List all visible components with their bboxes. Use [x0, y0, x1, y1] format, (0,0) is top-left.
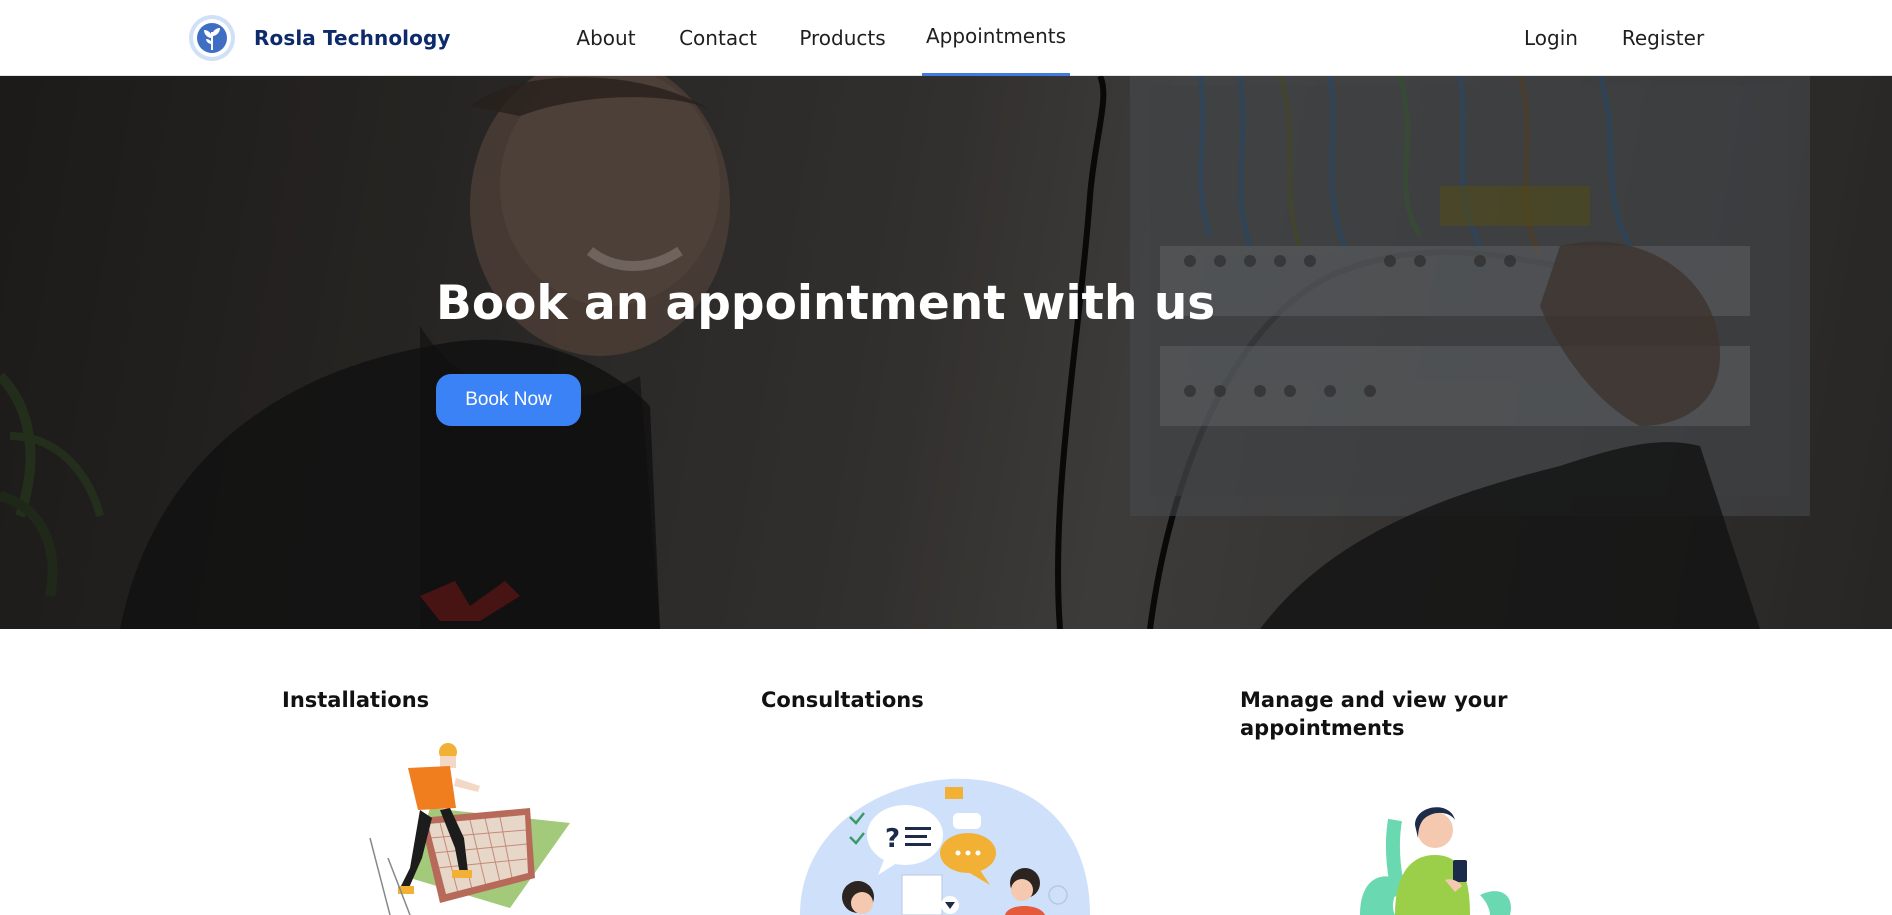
svg-text:?: ? [885, 824, 900, 854]
nav-link-contact[interactable]: Contact [676, 0, 760, 76]
nav-link-products-label: Products [799, 26, 886, 50]
book-now-button[interactable]: Book Now [436, 374, 581, 426]
hero-background-photo [0, 76, 1892, 629]
login-label: Login [1524, 26, 1578, 50]
nav-link-about[interactable]: About [566, 0, 646, 76]
brand-home-link[interactable]: Rosla Technology [188, 12, 451, 64]
sprout-logo-icon [189, 15, 235, 61]
hero-banner: Book an appointment with us Book Now [0, 76, 1892, 629]
service-title-consultations: Consultations [761, 688, 924, 712]
nav-link-products[interactable]: Products [795, 0, 890, 76]
service-title-manage-appointments: Manage and view your appointments [1240, 688, 1508, 740]
nav-link-appointments-label: Appointments [925, 23, 1067, 48]
nav-link-about-label: About [576, 26, 636, 50]
nav-link-contact-label: Contact [679, 26, 757, 50]
login-link[interactable]: Login [1515, 0, 1587, 76]
brand-name: Rosla Technology [254, 26, 451, 50]
person-with-phone-illustration [1360, 807, 1511, 915]
service-title-installations: Installations [282, 688, 430, 712]
hero-title: Book an appointment with us [436, 276, 1216, 331]
register-label: Register [1621, 26, 1705, 50]
top-navbar: Rosla Technology About Contact Products … [0, 0, 1892, 76]
register-link[interactable]: Register [1620, 0, 1706, 76]
nav-link-appointments[interactable]: Appointments [922, 0, 1070, 76]
consultation-chat-illustration: ? [800, 778, 1090, 915]
solar-panel-installer-illustration [369, 743, 570, 915]
